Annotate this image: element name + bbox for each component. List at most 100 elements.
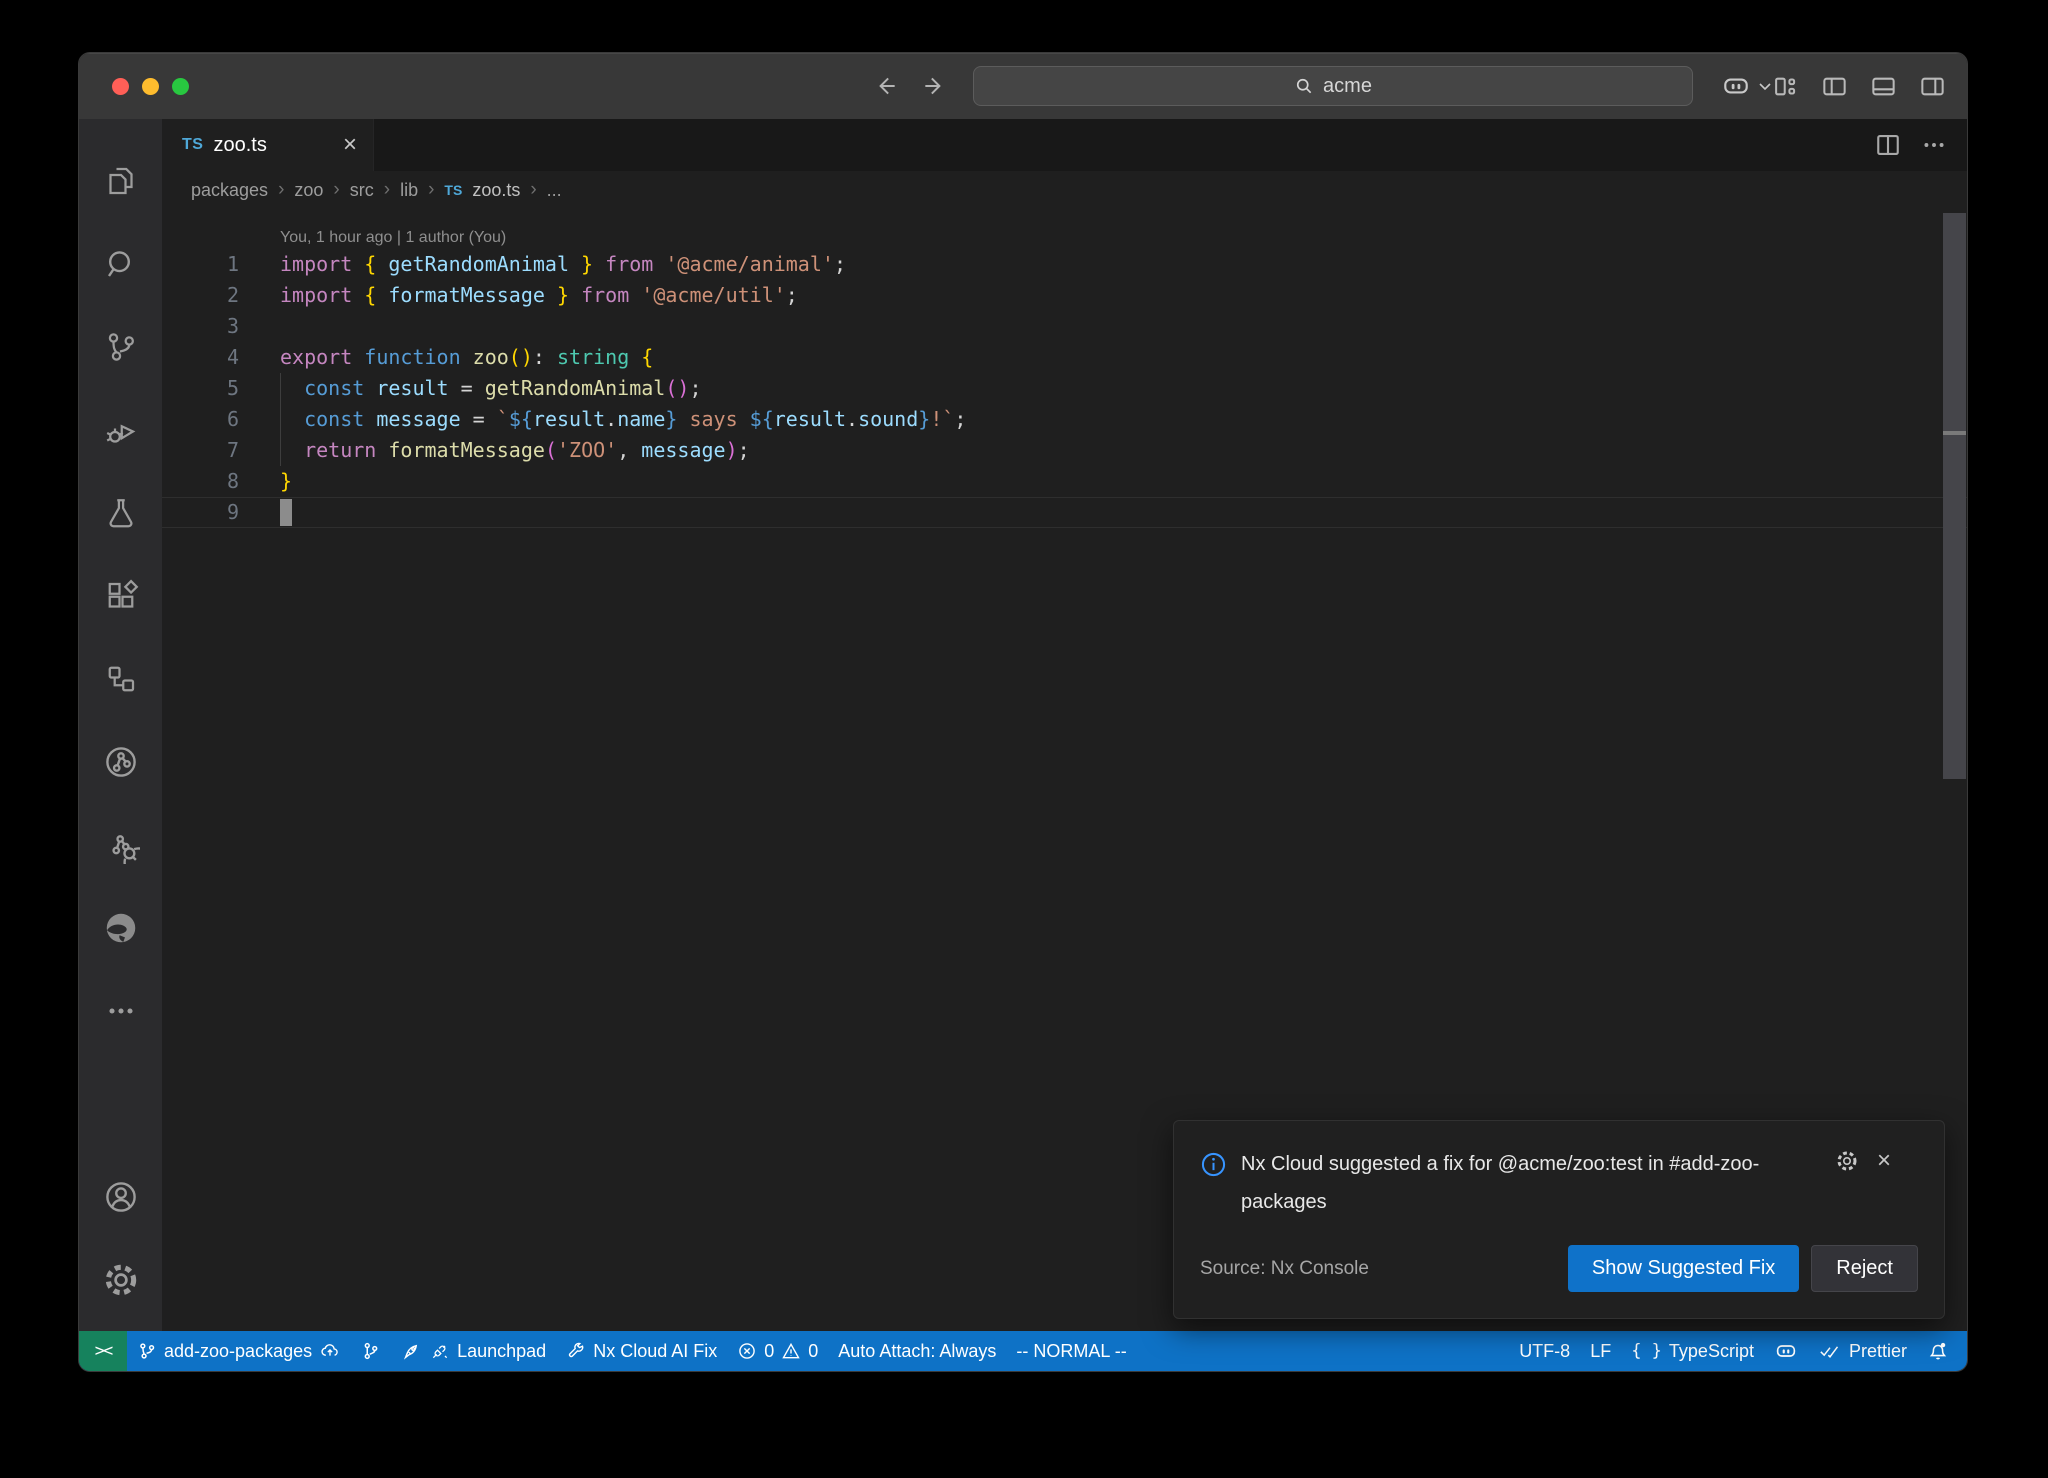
nx-cloud-ai-fix-item[interactable]: Nx Cloud AI Fix [556, 1331, 727, 1371]
close-window-button[interactable] [112, 78, 129, 95]
command-center-search[interactable]: acme [973, 66, 1693, 106]
breadcrumb-item[interactable]: zoo [294, 180, 323, 201]
explorer-icon[interactable] [79, 139, 162, 222]
line-number[interactable]: 7 [162, 435, 239, 466]
toggle-secondary-sidebar-icon[interactable] [1920, 74, 1945, 99]
account-icon[interactable] [79, 1155, 162, 1238]
line-number[interactable]: 9 [162, 497, 239, 528]
code-line-5[interactable]: 5 const result = getRandomAnimal(); [162, 373, 1967, 404]
indent-guide [280, 373, 281, 404]
launchpad-item[interactable]: Launchpad [391, 1331, 556, 1371]
line-number[interactable]: 5 [162, 373, 239, 404]
testing-icon[interactable] [79, 471, 162, 554]
prettier-item[interactable]: Prettier [1808, 1331, 1917, 1371]
settings-gear-icon[interactable] [79, 1238, 162, 1321]
notifications-item[interactable] [1917, 1331, 1959, 1371]
info-icon [1200, 1145, 1227, 1178]
tab-zoo-ts[interactable]: TS zoo.ts × [162, 119, 374, 171]
breadcrumb-item[interactable]: src [350, 180, 374, 201]
code-line-6[interactable]: 6 const message = `${result.name} says $… [162, 404, 1967, 435]
chevron-right-icon: › [278, 179, 284, 201]
copilot-icon [1721, 73, 1751, 99]
auto-attach-item[interactable]: Auto Attach: Always [828, 1331, 1006, 1371]
rocket-icon [401, 1340, 423, 1362]
code-text [239, 497, 1967, 528]
vim-mode-item[interactable]: -- NORMAL -- [1006, 1331, 1136, 1371]
line-number[interactable]: 3 [162, 311, 239, 342]
warning-count: 0 [808, 1341, 818, 1362]
line-number[interactable]: 4 [162, 342, 239, 373]
language-label: TypeScript [1669, 1341, 1754, 1362]
toggle-panel-icon[interactable] [1871, 74, 1896, 99]
code-lines: 1import { getRandomAnimal } from '@acme/… [162, 249, 1967, 528]
edge-browser-icon[interactable] [79, 886, 162, 969]
line-number[interactable]: 2 [162, 280, 239, 311]
breadcrumb-item[interactable]: packages [191, 180, 268, 201]
eol-label: LF [1590, 1341, 1611, 1362]
reject-button[interactable]: Reject [1811, 1245, 1918, 1292]
desktop-background: acme [0, 0, 2048, 1478]
breadcrumb-tail[interactable]: ... [547, 180, 562, 201]
split-editor-icon[interactable] [1875, 132, 1901, 158]
extensions-icon[interactable] [79, 554, 162, 637]
code-line-2[interactable]: 2import { formatMessage } from '@acme/ut… [162, 280, 1967, 311]
more-actions-icon[interactable] [1921, 132, 1947, 158]
code-line-8[interactable]: 8} [162, 466, 1967, 497]
minimize-window-button[interactable] [142, 78, 159, 95]
maximize-window-button[interactable] [172, 78, 189, 95]
line-number[interactable]: 1 [162, 249, 239, 280]
bell-icon [1927, 1340, 1949, 1362]
code-line-9[interactable]: 9 [162, 497, 1967, 528]
line-number[interactable]: 8 [162, 466, 239, 497]
code-line-7[interactable]: 7 return formatMessage('ZOO', message); [162, 435, 1967, 466]
launchpad-label: Launchpad [457, 1341, 546, 1362]
problems-item[interactable]: 0 0 [727, 1331, 828, 1371]
search-icon [1294, 76, 1314, 96]
customize-layout-icon[interactable] [1773, 74, 1798, 99]
error-icon [737, 1341, 757, 1361]
more-views-icon[interactable] [79, 969, 162, 1052]
typescript-file-icon: TS [444, 182, 462, 198]
chevron-down-icon [1757, 78, 1773, 94]
prettier-check-icon [1818, 1341, 1842, 1361]
code-line-4[interactable]: 4export function zoo(): string { [162, 342, 1967, 373]
notification-source: Source: Nx Console [1200, 1258, 1369, 1280]
gear-icon[interactable] [1835, 1149, 1859, 1173]
code-text: import { formatMessage } from '@acme/uti… [239, 280, 1967, 311]
toggle-primary-sidebar-icon[interactable] [1822, 74, 1847, 99]
code-line-1[interactable]: 1import { getRandomAnimal } from '@acme/… [162, 249, 1967, 280]
remote-indicator[interactable]: >< [79, 1331, 127, 1371]
nx-console-icon[interactable] [79, 720, 162, 803]
nx-fix-label: Nx Cloud AI Fix [593, 1341, 717, 1362]
search-sidebar-icon[interactable] [79, 222, 162, 305]
code-text: const message = `${result.name} says ${r… [239, 404, 1967, 435]
braces-icon: { } [1631, 1341, 1662, 1361]
nx-cloud-icon[interactable] [79, 803, 162, 886]
back-arrow-icon[interactable] [873, 73, 899, 99]
code-line-3[interactable]: 3 [162, 311, 1967, 342]
vscode-window: acme [78, 52, 1968, 1372]
language-mode-item[interactable]: { } TypeScript [1621, 1331, 1764, 1371]
close-tab-icon[interactable]: × [343, 133, 357, 157]
run-and-debug-icon[interactable] [79, 388, 162, 471]
eol-item[interactable]: LF [1580, 1331, 1621, 1371]
overview-ruler-cursor-marker [1943, 431, 1966, 435]
source-control-icon[interactable] [79, 305, 162, 388]
code-text [239, 311, 1967, 342]
chevron-right-icon: › [428, 179, 434, 201]
copilot-status-item[interactable] [1764, 1331, 1808, 1371]
git-branch-item[interactable]: add-zoo-packages [127, 1331, 351, 1371]
show-suggested-fix-button[interactable]: Show Suggested Fix [1568, 1245, 1799, 1292]
source-control-graph-item[interactable] [351, 1331, 391, 1371]
cloud-upload-icon [319, 1341, 341, 1361]
codelens-blame[interactable]: You, 1 hour ago | 1 author (You) [162, 209, 1967, 249]
encoding-item[interactable]: UTF-8 [1509, 1331, 1580, 1371]
breadcrumb-file[interactable]: zoo.ts [472, 180, 520, 201]
project-structure-icon[interactable] [79, 637, 162, 720]
copilot-menu[interactable] [1721, 73, 1773, 99]
line-number[interactable]: 6 [162, 404, 239, 435]
forward-arrow-icon[interactable] [921, 73, 947, 99]
editor-scrollbar[interactable] [1943, 213, 1966, 779]
close-icon[interactable]: × [1877, 1149, 1891, 1173]
breadcrumb-item[interactable]: lib [400, 180, 418, 201]
